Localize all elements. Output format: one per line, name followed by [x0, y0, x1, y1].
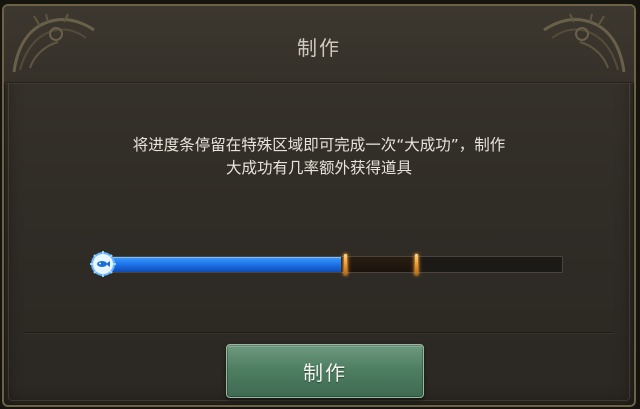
special-zone-end-marker: [414, 254, 418, 275]
craft-button[interactable]: 制作: [226, 344, 424, 398]
instruction-line-1: 将进度条停留在特殊区域即可完成一次“大成功”，制作: [132, 136, 506, 154]
crafting-dialog: 制作 将进度条停留在特殊区域即可完成一次“大成功”，制作 大成功有几率额外获得道…: [2, 4, 636, 407]
fish-gear-icon: [90, 251, 116, 277]
progress-track: [100, 254, 563, 275]
progress-fill: [101, 257, 341, 272]
crafting-progress-bar[interactable]: [90, 250, 566, 278]
crafting-instructions: 将进度条停留在特殊区域即可完成一次“大成功”，制作 大成功有几率额外获得道具: [44, 134, 594, 180]
dialog-title-bar: 制作: [4, 6, 634, 83]
instruction-line-2: 大成功有几率额外获得道具: [225, 159, 412, 177]
dialog-divider: [24, 332, 614, 333]
special-success-zone: [345, 257, 417, 272]
special-zone-start-marker: [344, 254, 348, 275]
dragon-ornament-icon: [543, 13, 626, 73]
